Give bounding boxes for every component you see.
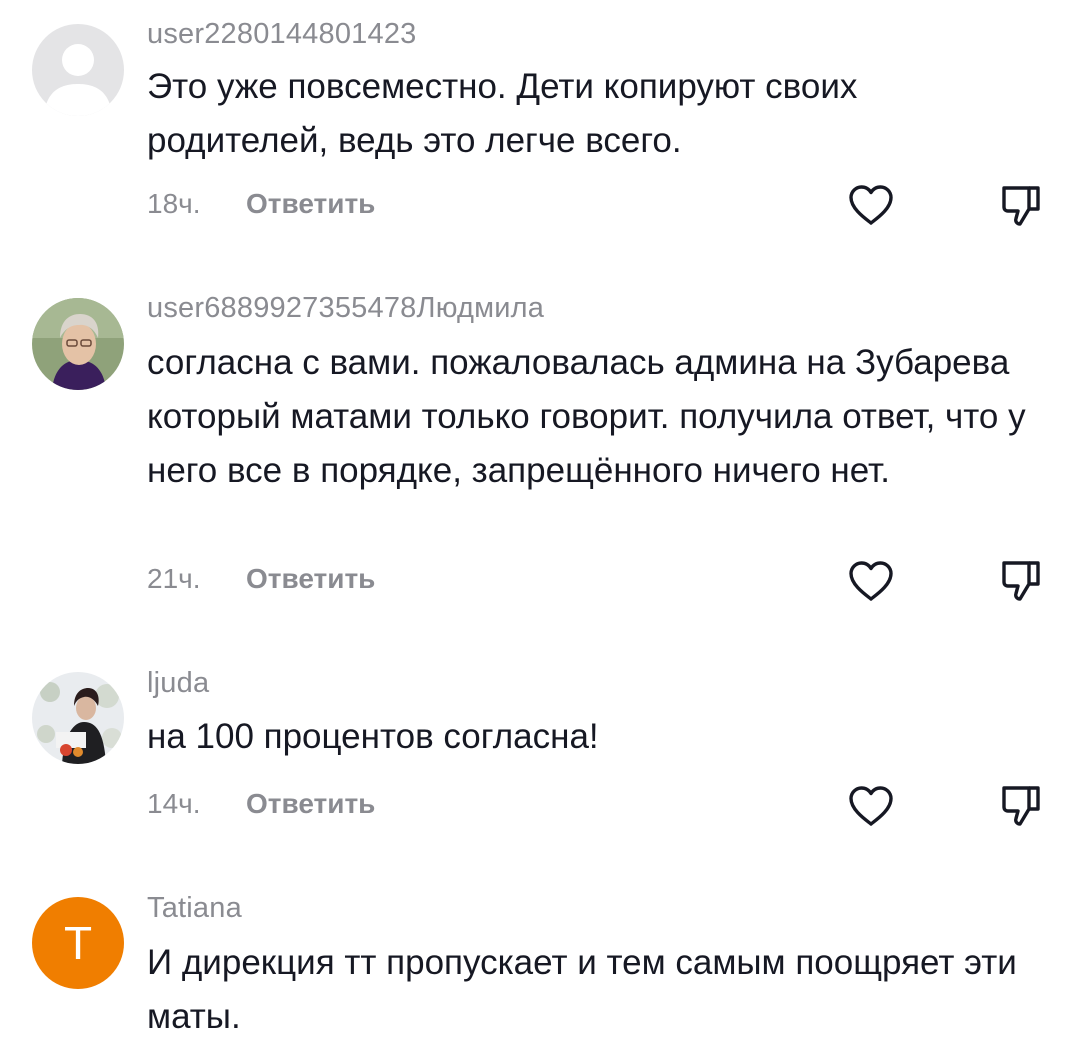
photo-avatar-image (32, 298, 124, 390)
default-avatar-icon (32, 24, 124, 116)
like-button[interactable] (848, 184, 894, 226)
letter-avatar[interactable]: T (32, 897, 124, 989)
thumbs-down-outline-icon (1002, 186, 1040, 226)
user-avatar[interactable] (32, 24, 124, 116)
comment-username[interactable]: ljuda (147, 667, 209, 700)
comment-text: согласна с вами. пожаловалась админа на … (147, 343, 1026, 490)
dislike-button[interactable] (998, 182, 1044, 228)
user-avatar[interactable] (32, 298, 124, 390)
like-button[interactable] (848, 785, 894, 827)
comment-text: И дирекция тт пропускает и тем самым поо… (147, 943, 1017, 1036)
comment-text: Это уже повсеместно. Дети копируют своих… (147, 67, 858, 160)
heart-outline-icon (849, 786, 893, 826)
comment-time: 21ч. (147, 563, 201, 594)
thumbs-down-outline-icon (1002, 561, 1040, 601)
user-avatar[interactable] (32, 672, 124, 764)
comment-time: 14ч. (147, 788, 201, 819)
dislike-button[interactable] (998, 782, 1044, 828)
comment-text: на 100 процентов согласна! (147, 717, 599, 756)
comment-username[interactable]: user2280144801423 (147, 18, 416, 51)
heart-outline-icon (849, 185, 893, 225)
photo-avatar-image (32, 672, 124, 764)
reply-button[interactable]: Ответить (246, 788, 375, 820)
reply-button[interactable]: Ответить (246, 188, 375, 220)
thumbs-down-outline-icon (1002, 786, 1040, 826)
comment-time: 18ч. (147, 188, 201, 219)
heart-outline-icon (849, 561, 893, 601)
like-button[interactable] (848, 560, 894, 602)
comment-username[interactable]: user6889927355478Людмила (147, 292, 544, 325)
dislike-button[interactable] (998, 557, 1044, 603)
comment-username[interactable]: Tatiana (147, 892, 242, 925)
reply-button[interactable]: Ответить (246, 563, 375, 595)
